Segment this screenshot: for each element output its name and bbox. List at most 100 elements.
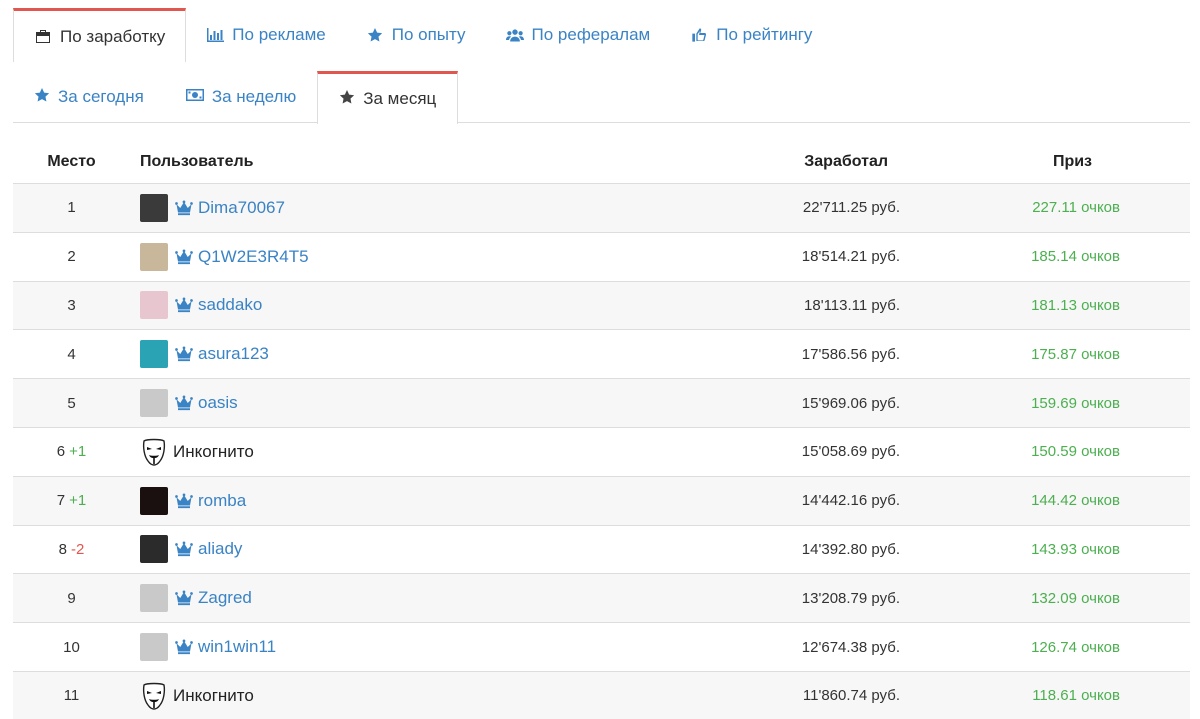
prize-cell: 175.87 очков (1031, 345, 1120, 363)
tab-label: За месяц (363, 89, 437, 108)
prize-cell: 132.09 очков (1031, 589, 1120, 607)
avatar[interactable] (140, 486, 168, 515)
username-link[interactable]: asura123 (198, 344, 269, 364)
incognito-mask-icon (140, 438, 168, 466)
crown-icon (175, 540, 193, 558)
avatar[interactable] (140, 535, 168, 564)
earned-cell: 15'969.06 руб. (801, 394, 900, 412)
prize-cell: 118.61 очков (1032, 687, 1120, 705)
place-number: 11 (63, 687, 80, 705)
tab-rating[interactable]: По рейтингу (670, 8, 832, 62)
username-link[interactable]: aliady (198, 539, 242, 559)
place-number: 1 (67, 199, 76, 217)
place-cell: 7 +1 (13, 492, 130, 509)
crown-icon (175, 248, 193, 266)
tab-referrals[interactable]: По рефералам (486, 8, 671, 62)
user-cell: asura123 (130, 340, 690, 369)
earned-cell: 15'058.69 руб. (801, 443, 900, 461)
place-number: 2 (67, 248, 76, 266)
username-link[interactable]: Q1W2E3R4T5 (198, 247, 309, 267)
avatar[interactable] (140, 242, 168, 271)
period-tabs: За сегодня За неделю За месяц (13, 71, 1190, 124)
user-cell: Инкогнито (130, 438, 690, 466)
tab-today[interactable]: За сегодня (13, 71, 165, 123)
crown-icon (175, 296, 193, 314)
tab-label: По заработку (60, 26, 166, 46)
place-cell: 8 -2 (13, 541, 130, 558)
briefcase-icon (34, 28, 52, 46)
avatar[interactable] (140, 291, 168, 320)
user-cell: oasis (130, 389, 690, 418)
earned-cell: 14'442.16 руб. (801, 492, 900, 510)
place-number: 7 (56, 492, 66, 510)
crown-icon (175, 638, 193, 656)
table-row: 2 Q1W2E3R4T5 18'514.21 руб. 185.14 очков (13, 233, 1190, 282)
prize-cell: 150.59 очков (1031, 443, 1120, 461)
avatar[interactable] (140, 340, 168, 369)
user-cell: romba (130, 486, 690, 515)
earned-cell: 12'674.38 руб. (801, 638, 900, 656)
header-user: Пользователь (140, 152, 254, 170)
place-number: 10 (63, 638, 80, 656)
username-link[interactable]: oasis (198, 393, 238, 413)
tab-experience[interactable]: По опыту (346, 8, 486, 62)
bar-chart-icon (206, 26, 224, 44)
tab-label: По рефералам (531, 25, 651, 44)
table-row: 9 Zagred 13'208.79 руб. 132.09 очков (13, 574, 1190, 624)
earned-cell: 11'860.74 руб. (802, 687, 900, 705)
tab-label: За сегодня (58, 87, 144, 106)
place-cell: 5 (13, 395, 130, 412)
tab-week[interactable]: За неделю (165, 71, 317, 123)
place-cell: 9 (13, 590, 130, 607)
thumbs-up-icon (690, 26, 708, 44)
table-row: 5 oasis 15'969.06 руб. 159.69 очков (13, 379, 1190, 428)
table-row: 11 Инкогнито 11'860.74 руб. 118.61 очков (13, 671, 1190, 719)
prize-cell: 227.11 очков (1032, 199, 1120, 217)
table-row: 8 -2 aliady 14'392.80 руб. 143.93 очков (13, 526, 1190, 575)
tab-earnings[interactable]: По заработку (13, 8, 187, 62)
place-cell: 10 (13, 639, 130, 656)
header-prize: Приз (1052, 152, 1092, 170)
place-cell: 4 (13, 346, 130, 363)
star-icon (366, 26, 384, 44)
username-link[interactable]: win1win11 (198, 637, 276, 657)
crown-icon (175, 394, 193, 412)
user-cell: Zagred (130, 584, 690, 613)
rank-change: +1 (69, 443, 87, 461)
place-cell: 1 (13, 199, 130, 216)
prize-cell: 181.13 очков (1031, 296, 1120, 314)
avatar[interactable] (140, 584, 168, 613)
table-row: 4 asura123 17'586.56 руб. 175.87 очков (13, 330, 1190, 380)
table-row: 7 +1 romba 14'442.16 руб. 144.42 очков (13, 476, 1190, 526)
avatar[interactable] (140, 389, 168, 418)
crown-icon (175, 492, 193, 510)
earned-cell: 22'711.25 руб. (802, 199, 900, 217)
leaderboard-table: Место Пользователь Заработал Приз 1 Dima… (13, 140, 1190, 719)
table-row: 6 +1 Инкогнито 15'058.69 руб. 150.59 очко… (13, 428, 1190, 477)
earned-cell: 18'113.11 руб. (804, 296, 900, 314)
star-icon (339, 89, 355, 110)
prize-cell: 126.74 очков (1031, 638, 1120, 656)
place-cell: 3 (13, 297, 130, 314)
username-link[interactable]: saddako (198, 295, 262, 315)
user-cell: Инкогнито (130, 682, 690, 710)
place-number: 5 (67, 394, 76, 412)
place-number: 6 (56, 443, 66, 461)
place-cell: 2 (13, 248, 130, 265)
tab-label: По рейтингу (716, 25, 813, 44)
tab-month[interactable]: За месяц (317, 71, 459, 124)
username-link[interactable]: Zagred (198, 588, 252, 608)
username-link[interactable]: Dima70067 (198, 198, 285, 218)
earned-cell: 14'392.80 руб. (801, 540, 900, 558)
avatar[interactable] (140, 193, 168, 222)
avatar[interactable] (140, 633, 168, 662)
header-earned: Заработал (804, 152, 888, 170)
username-link[interactable]: romba (198, 491, 246, 511)
tab-ads[interactable]: По рекламе (186, 8, 345, 62)
rating-page: По заработку По рекламе По опыту По рефе… (0, 0, 1200, 719)
users-icon (505, 26, 524, 44)
tab-label: По опыту (391, 25, 466, 44)
user-cell: win1win11 (130, 633, 690, 662)
earned-cell: 13'208.79 руб. (801, 589, 900, 607)
money-icon (185, 87, 204, 107)
